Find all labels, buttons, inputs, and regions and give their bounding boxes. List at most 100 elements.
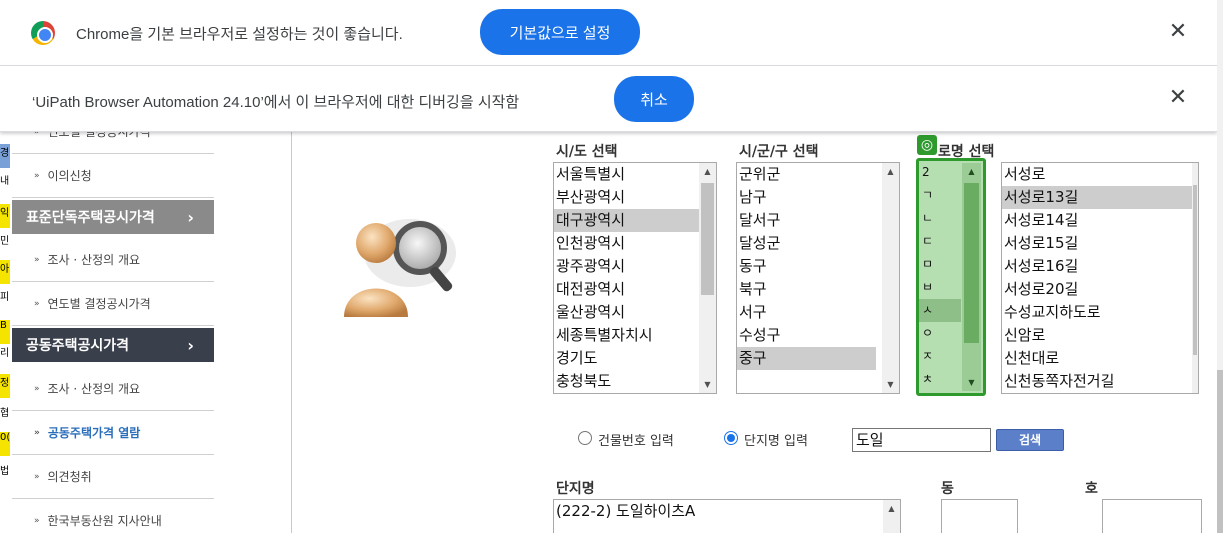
road-option[interactable]: 수성교지하도로 bbox=[1002, 301, 1198, 324]
sigungu-option[interactable]: 달성군 bbox=[737, 232, 899, 255]
bullet-icon: » bbox=[34, 254, 40, 265]
bullet-icon: » bbox=[34, 471, 40, 482]
side-navigation: » 연도별 결정공시가격 » 이의신청 표준단독주택공시가격 › » 조사 · … bbox=[12, 125, 214, 533]
left-window-strip: 경 내 익 민 아 피 B 리 정 협 0( 법 bbox=[0, 132, 10, 533]
radio-complex-name-label: 단지명 입력 bbox=[744, 434, 808, 449]
nav-item-yearly-price[interactable]: » 연도별 결정공시가격 bbox=[12, 282, 214, 326]
road-option[interactable]: 서성로16길 bbox=[1002, 255, 1198, 278]
strip-cell: 익 bbox=[0, 204, 10, 228]
page-scrollbar[interactable] bbox=[1217, 0, 1223, 533]
complex-listbox[interactable]: (222-2) 도일하이츠A ▲ bbox=[553, 499, 901, 533]
road-option[interactable]: 서성로20길 bbox=[1002, 278, 1198, 301]
nav-item-label: 공동주택가격 열람 bbox=[47, 426, 141, 440]
nav-item-apartment-lookup[interactable]: » 공동주택가격 열람 bbox=[12, 411, 214, 455]
sigungu-option[interactable]: 남구 bbox=[737, 186, 899, 209]
sigungu-label: 시/군/구 선택 bbox=[739, 144, 819, 160]
sido-option-selected[interactable]: 대구광역시 bbox=[554, 209, 716, 232]
nav-head-label: 공동주택공시가격 bbox=[26, 338, 130, 354]
sigungu-option[interactable]: 동구 bbox=[737, 255, 899, 278]
road-option[interactable]: 신암로 bbox=[1002, 324, 1198, 347]
road-option-selected[interactable]: 서성로13길 bbox=[1002, 186, 1192, 209]
scroll-up-icon[interactable]: ▲ bbox=[882, 163, 899, 180]
scroll-up-icon[interactable]: ▲ bbox=[699, 163, 716, 180]
radio-building-number-label: 건물번호 입력 bbox=[598, 434, 674, 449]
sido-option[interactable]: 부산광역시 bbox=[554, 186, 716, 209]
scroll-down-icon[interactable]: ▼ bbox=[699, 376, 716, 393]
ho-label: 호 bbox=[1085, 481, 1098, 497]
sigungu-option[interactable]: 군위군 bbox=[737, 163, 899, 186]
scroll-down-icon[interactable]: ▼ bbox=[962, 374, 981, 391]
ho-listbox[interactable] bbox=[1102, 499, 1202, 533]
close-icon[interactable]: ✕ bbox=[1167, 86, 1189, 108]
sigungu-option[interactable]: 북구 bbox=[737, 278, 899, 301]
nav-item-survey-overview[interactable]: » 조사 · 산정의 개요 bbox=[12, 238, 214, 282]
complex-option[interactable]: (222-2) 도일하이츠A bbox=[554, 500, 900, 523]
road-option[interactable]: 신천대로 bbox=[1002, 347, 1198, 370]
initial-option-selected[interactable]: ㅅ bbox=[919, 299, 961, 322]
debugging-infobar: ‘UiPath Browser Automation 24.10’에서 이 브라… bbox=[0, 66, 1217, 132]
scrollbar-thumb[interactable] bbox=[701, 183, 714, 295]
target-icon: ◎ bbox=[917, 135, 937, 155]
road-listbox[interactable]: 서성로 서성로13길 서성로14길 서성로15길 서성로16길 서성로20길 수… bbox=[1001, 162, 1199, 394]
debugging-message: ‘UiPath Browser Automation 24.10’에서 이 브라… bbox=[32, 94, 520, 111]
sigungu-option[interactable]: 달서구 bbox=[737, 209, 899, 232]
nav-item-survey-overview[interactable]: » 조사 · 산정의 개요 bbox=[12, 367, 214, 411]
chevron-right-icon: › bbox=[187, 207, 194, 227]
sido-option[interactable]: 경기도 bbox=[554, 347, 716, 370]
sido-option[interactable]: 인천광역시 bbox=[554, 232, 716, 255]
road-option[interactable]: 서성로15길 bbox=[1002, 232, 1198, 255]
initial-scrollbar[interactable]: ▲ ▼ bbox=[962, 163, 981, 391]
sido-label: 시/도 선택 bbox=[556, 144, 618, 160]
sido-option[interactable]: 대전광역시 bbox=[554, 278, 716, 301]
sido-option[interactable]: 서울특별시 bbox=[554, 163, 716, 186]
nav-item-objection[interactable]: » 이의신청 bbox=[12, 154, 214, 198]
scroll-up-icon[interactable]: ▲ bbox=[883, 500, 900, 517]
complex-scrollbar[interactable]: ▲ bbox=[883, 500, 900, 533]
cancel-debug-button[interactable]: 취소 bbox=[614, 76, 694, 122]
scrollbar-thumb[interactable] bbox=[964, 183, 979, 343]
sido-option[interactable]: 세종특별자치시 bbox=[554, 324, 716, 347]
bullet-icon: » bbox=[34, 170, 40, 181]
bullet-icon: » bbox=[34, 515, 40, 526]
road-option[interactable]: 서성로14길 bbox=[1002, 209, 1198, 232]
dong-listbox[interactable] bbox=[941, 499, 1018, 533]
nav-head-apartment-price[interactable]: 공동주택공시가격 › bbox=[12, 328, 214, 362]
nav-item-branch-info[interactable]: » 한국부동산원 지사안내 bbox=[12, 499, 214, 533]
road-option[interactable]: 신천동쪽자전거길 bbox=[1002, 370, 1198, 393]
dong-label: 동 bbox=[941, 481, 954, 497]
scroll-down-icon[interactable]: ▼ bbox=[882, 376, 899, 393]
sido-scrollbar[interactable]: ▲ ▼ bbox=[699, 163, 716, 393]
search-button[interactable]: 검색 bbox=[996, 429, 1064, 451]
user-search-illustration bbox=[336, 205, 476, 325]
sido-option[interactable]: 울산광역시 bbox=[554, 301, 716, 324]
scrollbar-thumb[interactable] bbox=[1193, 185, 1197, 355]
sigungu-scrollbar[interactable]: ▲ ▼ bbox=[882, 163, 899, 393]
road-option[interactable]: 서성로 bbox=[1002, 163, 1198, 186]
sigungu-listbox[interactable]: 군위군 남구 달서구 달성군 동구 북구 서구 수성구 중구 ▲ ▼ bbox=[736, 162, 900, 394]
strip-cell: 내 bbox=[0, 176, 10, 187]
complex-search-input[interactable]: 도일 bbox=[852, 428, 991, 452]
set-default-button[interactable]: 기본값으로 설정 bbox=[480, 9, 640, 55]
nav-head-standard-house[interactable]: 표준단독주택공시가격 › bbox=[12, 200, 214, 234]
strip-cell: 아 bbox=[0, 260, 10, 284]
scroll-up-icon[interactable]: ▲ bbox=[962, 163, 981, 180]
strip-cell: B bbox=[0, 320, 10, 344]
nav-item-opinion[interactable]: » 의견청취 bbox=[12, 455, 214, 499]
bullet-icon: » bbox=[34, 383, 40, 394]
nav-item-label: 이의신청 bbox=[47, 169, 92, 183]
sigungu-option-selected[interactable]: 중구 bbox=[737, 347, 876, 370]
strip-cell: 법 bbox=[0, 466, 10, 477]
road-initial-listbox[interactable]: 2 ㄱ ㄴ ㄷ ㅁ ㅂ ㅅ ㅇ ㅈ ㅊ ▲ ▼ bbox=[916, 158, 986, 396]
nav-item-label: 조사 · 산정의 개요 bbox=[47, 253, 141, 267]
road-scrollbar[interactable] bbox=[1192, 163, 1198, 393]
close-icon[interactable]: ✕ bbox=[1167, 20, 1189, 42]
page-scrollbar-thumb[interactable] bbox=[1217, 370, 1223, 533]
radio-complex-name[interactable] bbox=[724, 431, 738, 445]
radio-building-number[interactable] bbox=[578, 431, 592, 445]
sigungu-option[interactable]: 서구 bbox=[737, 301, 899, 324]
sido-option[interactable]: 충청북도 bbox=[554, 370, 716, 393]
sido-option[interactable]: 광주광역시 bbox=[554, 255, 716, 278]
sido-listbox[interactable]: 서울특별시 부산광역시 대구광역시 인천광역시 광주광역시 대전광역시 울산광역… bbox=[553, 162, 717, 394]
sigungu-option[interactable]: 수성구 bbox=[737, 324, 899, 347]
nav-item-label: 의견청취 bbox=[47, 470, 92, 484]
